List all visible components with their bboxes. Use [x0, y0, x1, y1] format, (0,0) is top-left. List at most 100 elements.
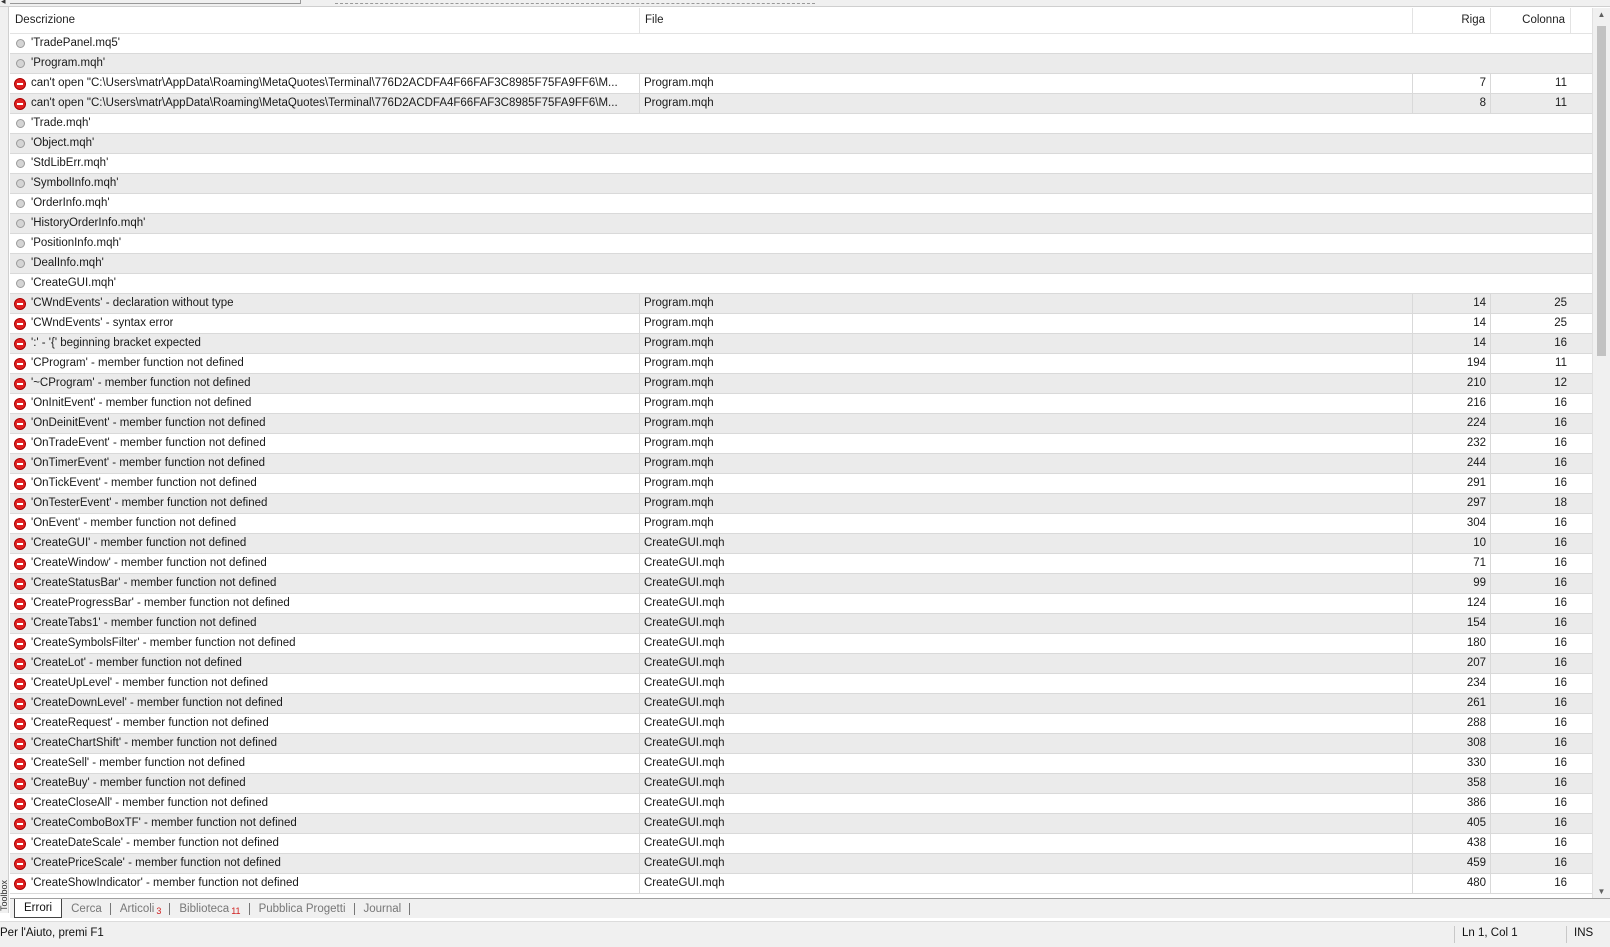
tab-biblioteca[interactable]: Biblioteca 11: [170, 900, 250, 918]
cell-column: [1491, 254, 1571, 273]
cell-line: 358: [1413, 774, 1491, 793]
error-row[interactable]: 'CreateGUI' - member function not define…: [10, 534, 1592, 554]
info-row[interactable]: 'HistoryOrderInfo.mqh': [10, 214, 1592, 234]
error-row[interactable]: 'OnTickEvent' - member function not defi…: [10, 474, 1592, 494]
cell-description: 'StdLibErr.mqh': [10, 154, 640, 173]
vertical-scrollbar[interactable]: ▲ ▼: [1592, 8, 1610, 898]
cell-line: 14: [1413, 314, 1491, 333]
description-text: 'CreateDateScale' - member function not …: [31, 837, 279, 849]
error-row[interactable]: 'CreateSell' - member function not defin…: [10, 754, 1592, 774]
scroll-down-arrow-icon[interactable]: ▼: [1593, 887, 1610, 896]
cell-column: 11: [1555, 77, 1567, 89]
cell-column: 16: [1554, 537, 1567, 549]
column-header-line[interactable]: Riga: [1413, 8, 1491, 33]
error-row[interactable]: 'OnTesterEvent' - member function not de…: [10, 494, 1592, 514]
tab-journal[interactable]: Journal: [355, 900, 411, 918]
error-row[interactable]: 'CWndEvents' - syntax error Program.mqh 14…: [10, 314, 1592, 334]
cell-line: [1413, 34, 1491, 53]
description-text: ':' - '{' beginning bracket expected: [31, 337, 201, 349]
column-header-file[interactable]: File: [640, 8, 1413, 33]
error-row[interactable]: 'CreateCloseAll' - member function not d…: [10, 794, 1592, 814]
cell-description: 'CreateProgressBar' - member function no…: [10, 594, 640, 613]
description-text: 'CreateWindow' - member function not def…: [31, 557, 267, 569]
error-row[interactable]: 'CreateStatusBar' - member function not …: [10, 574, 1592, 594]
info-row[interactable]: 'StdLibErr.mqh': [10, 154, 1592, 174]
tab-errori[interactable]: Errori: [14, 899, 63, 918]
info-row[interactable]: 'Program.mqh': [10, 54, 1592, 74]
info-row[interactable]: 'Object.mqh': [10, 134, 1592, 154]
tab-cerca[interactable]: Cerca: [62, 900, 111, 918]
error-row[interactable]: 'CreateDateScale' - member function not …: [10, 834, 1592, 854]
cell-file: Program.mqh: [640, 374, 1413, 393]
error-row[interactable]: 'CWndEvents' - declaration without type P…: [10, 294, 1592, 314]
error-row[interactable]: 'CreateDownLevel' - member function not …: [10, 694, 1592, 714]
tab-pubblica-progetti[interactable]: Pubblica Progetti: [250, 900, 355, 918]
error-circle-icon: [14, 837, 26, 850]
info-row[interactable]: 'PositionInfo.mqh': [10, 234, 1592, 254]
description-text: 'CProgram' - member function not defined: [31, 357, 244, 369]
error-row[interactable]: 'CreateShowIndicator' - member function …: [10, 874, 1592, 894]
error-row[interactable]: 'CreatePriceScale' - member function not…: [10, 854, 1592, 874]
error-row[interactable]: 'OnTimerEvent' - member function not def…: [10, 454, 1592, 474]
cell-description: 'CreateUpLevel' - member function not de…: [10, 674, 640, 693]
info-row[interactable]: 'Trade.mqh': [10, 114, 1592, 134]
error-circle-icon: [14, 617, 26, 630]
info-dot-icon: [16, 139, 25, 148]
cell-description: 'Object.mqh': [10, 134, 640, 153]
error-row[interactable]: 'CreateRequest' - member function not de…: [10, 714, 1592, 734]
scroll-up-arrow-icon[interactable]: ▲: [1593, 10, 1610, 19]
error-row[interactable]: 'CreateBuy' - member function not define…: [10, 774, 1592, 794]
error-circle-icon: [14, 377, 26, 390]
error-row[interactable]: 'CreateChartShift' - member function not…: [10, 734, 1592, 754]
error-circle-icon: [14, 737, 26, 750]
error-row[interactable]: 'OnDeinitEvent' - member function not de…: [10, 414, 1592, 434]
cell-file: CreateGUI.mqh: [640, 794, 1413, 813]
info-row[interactable]: 'OrderInfo.mqh': [10, 194, 1592, 214]
error-row[interactable]: ':' - '{' beginning bracket expected Prog…: [10, 334, 1592, 354]
error-row[interactable]: 'CreateSymbolsFilter' - member function …: [10, 634, 1592, 654]
description-text: 'CreateSell' - member function not defin…: [31, 757, 246, 769]
error-row[interactable]: 'OnInitEvent' - member function not defi…: [10, 394, 1592, 414]
error-row[interactable]: 'CreateProgressBar' - member function no…: [10, 594, 1592, 614]
error-row[interactable]: 'CreateComboBoxTF' - member function not…: [10, 814, 1592, 834]
description-text: 'HistoryOrderInfo.mqh': [31, 217, 146, 229]
cell-column: [1491, 134, 1571, 153]
tab-articoli[interactable]: Articoli 3: [111, 900, 171, 918]
error-circle-icon: [14, 457, 26, 470]
error-row[interactable]: 'OnEvent' - member function not defined P…: [10, 514, 1592, 534]
cell-column: 18: [1554, 497, 1567, 509]
cell-line: [1413, 194, 1491, 213]
info-row[interactable]: 'DealInfo.mqh': [10, 254, 1592, 274]
cell-column: [1491, 214, 1571, 233]
error-row[interactable]: 'CreateWindow' - member function not def…: [10, 554, 1592, 574]
cell-line: 14: [1413, 294, 1491, 313]
info-row[interactable]: 'TradePanel.mq5': [10, 34, 1592, 54]
description-text: 'CreateChartShift' - member function not…: [31, 737, 278, 749]
error-circle-icon: [14, 97, 26, 110]
cell-file: [640, 174, 1413, 193]
cell-description: 'CreateGUI.mqh': [10, 274, 640, 293]
cell-file: Program.mqh: [640, 294, 1413, 313]
cell-line: 234: [1413, 674, 1491, 693]
column-header-column[interactable]: Colonna: [1491, 8, 1571, 33]
toolbox-rail[interactable]: Toolbox: [0, 7, 9, 913]
cell-line: 8: [1413, 94, 1491, 113]
error-row[interactable]: 'OnTradeEvent' - member function not def…: [10, 434, 1592, 454]
info-row[interactable]: 'SymbolInfo.mqh': [10, 174, 1592, 194]
description-text: 'TradePanel.mq5': [31, 37, 120, 49]
error-row[interactable]: 'CreateUpLevel' - member function not de…: [10, 674, 1592, 694]
error-row[interactable]: can't open "C:\Users\matr\AppData\Roamin…: [10, 94, 1592, 114]
error-row[interactable]: 'CreateLot' - member function not define…: [10, 654, 1592, 674]
error-row[interactable]: '~CProgram' - member function not define…: [10, 374, 1592, 394]
info-row[interactable]: 'CreateGUI.mqh': [10, 274, 1592, 294]
collapse-arrow-icon[interactable]: ◂: [1, 0, 6, 7]
tab-label: Pubblica Progetti: [258, 903, 346, 915]
error-row[interactable]: can't open "C:\Users\matr\AppData\Roamin…: [10, 74, 1592, 94]
error-row[interactable]: 'CreateTabs1' - member function not defi…: [10, 614, 1592, 634]
scrollbar-thumb[interactable]: [1597, 26, 1606, 356]
column-header-description[interactable]: Descrizione: [10, 8, 640, 33]
cell-description: 'CreateChartShift' - member function not…: [10, 734, 640, 753]
cell-line: [1413, 214, 1491, 233]
cell-line: 7: [1413, 74, 1491, 93]
error-row[interactable]: 'CProgram' - member function not defined…: [10, 354, 1592, 374]
